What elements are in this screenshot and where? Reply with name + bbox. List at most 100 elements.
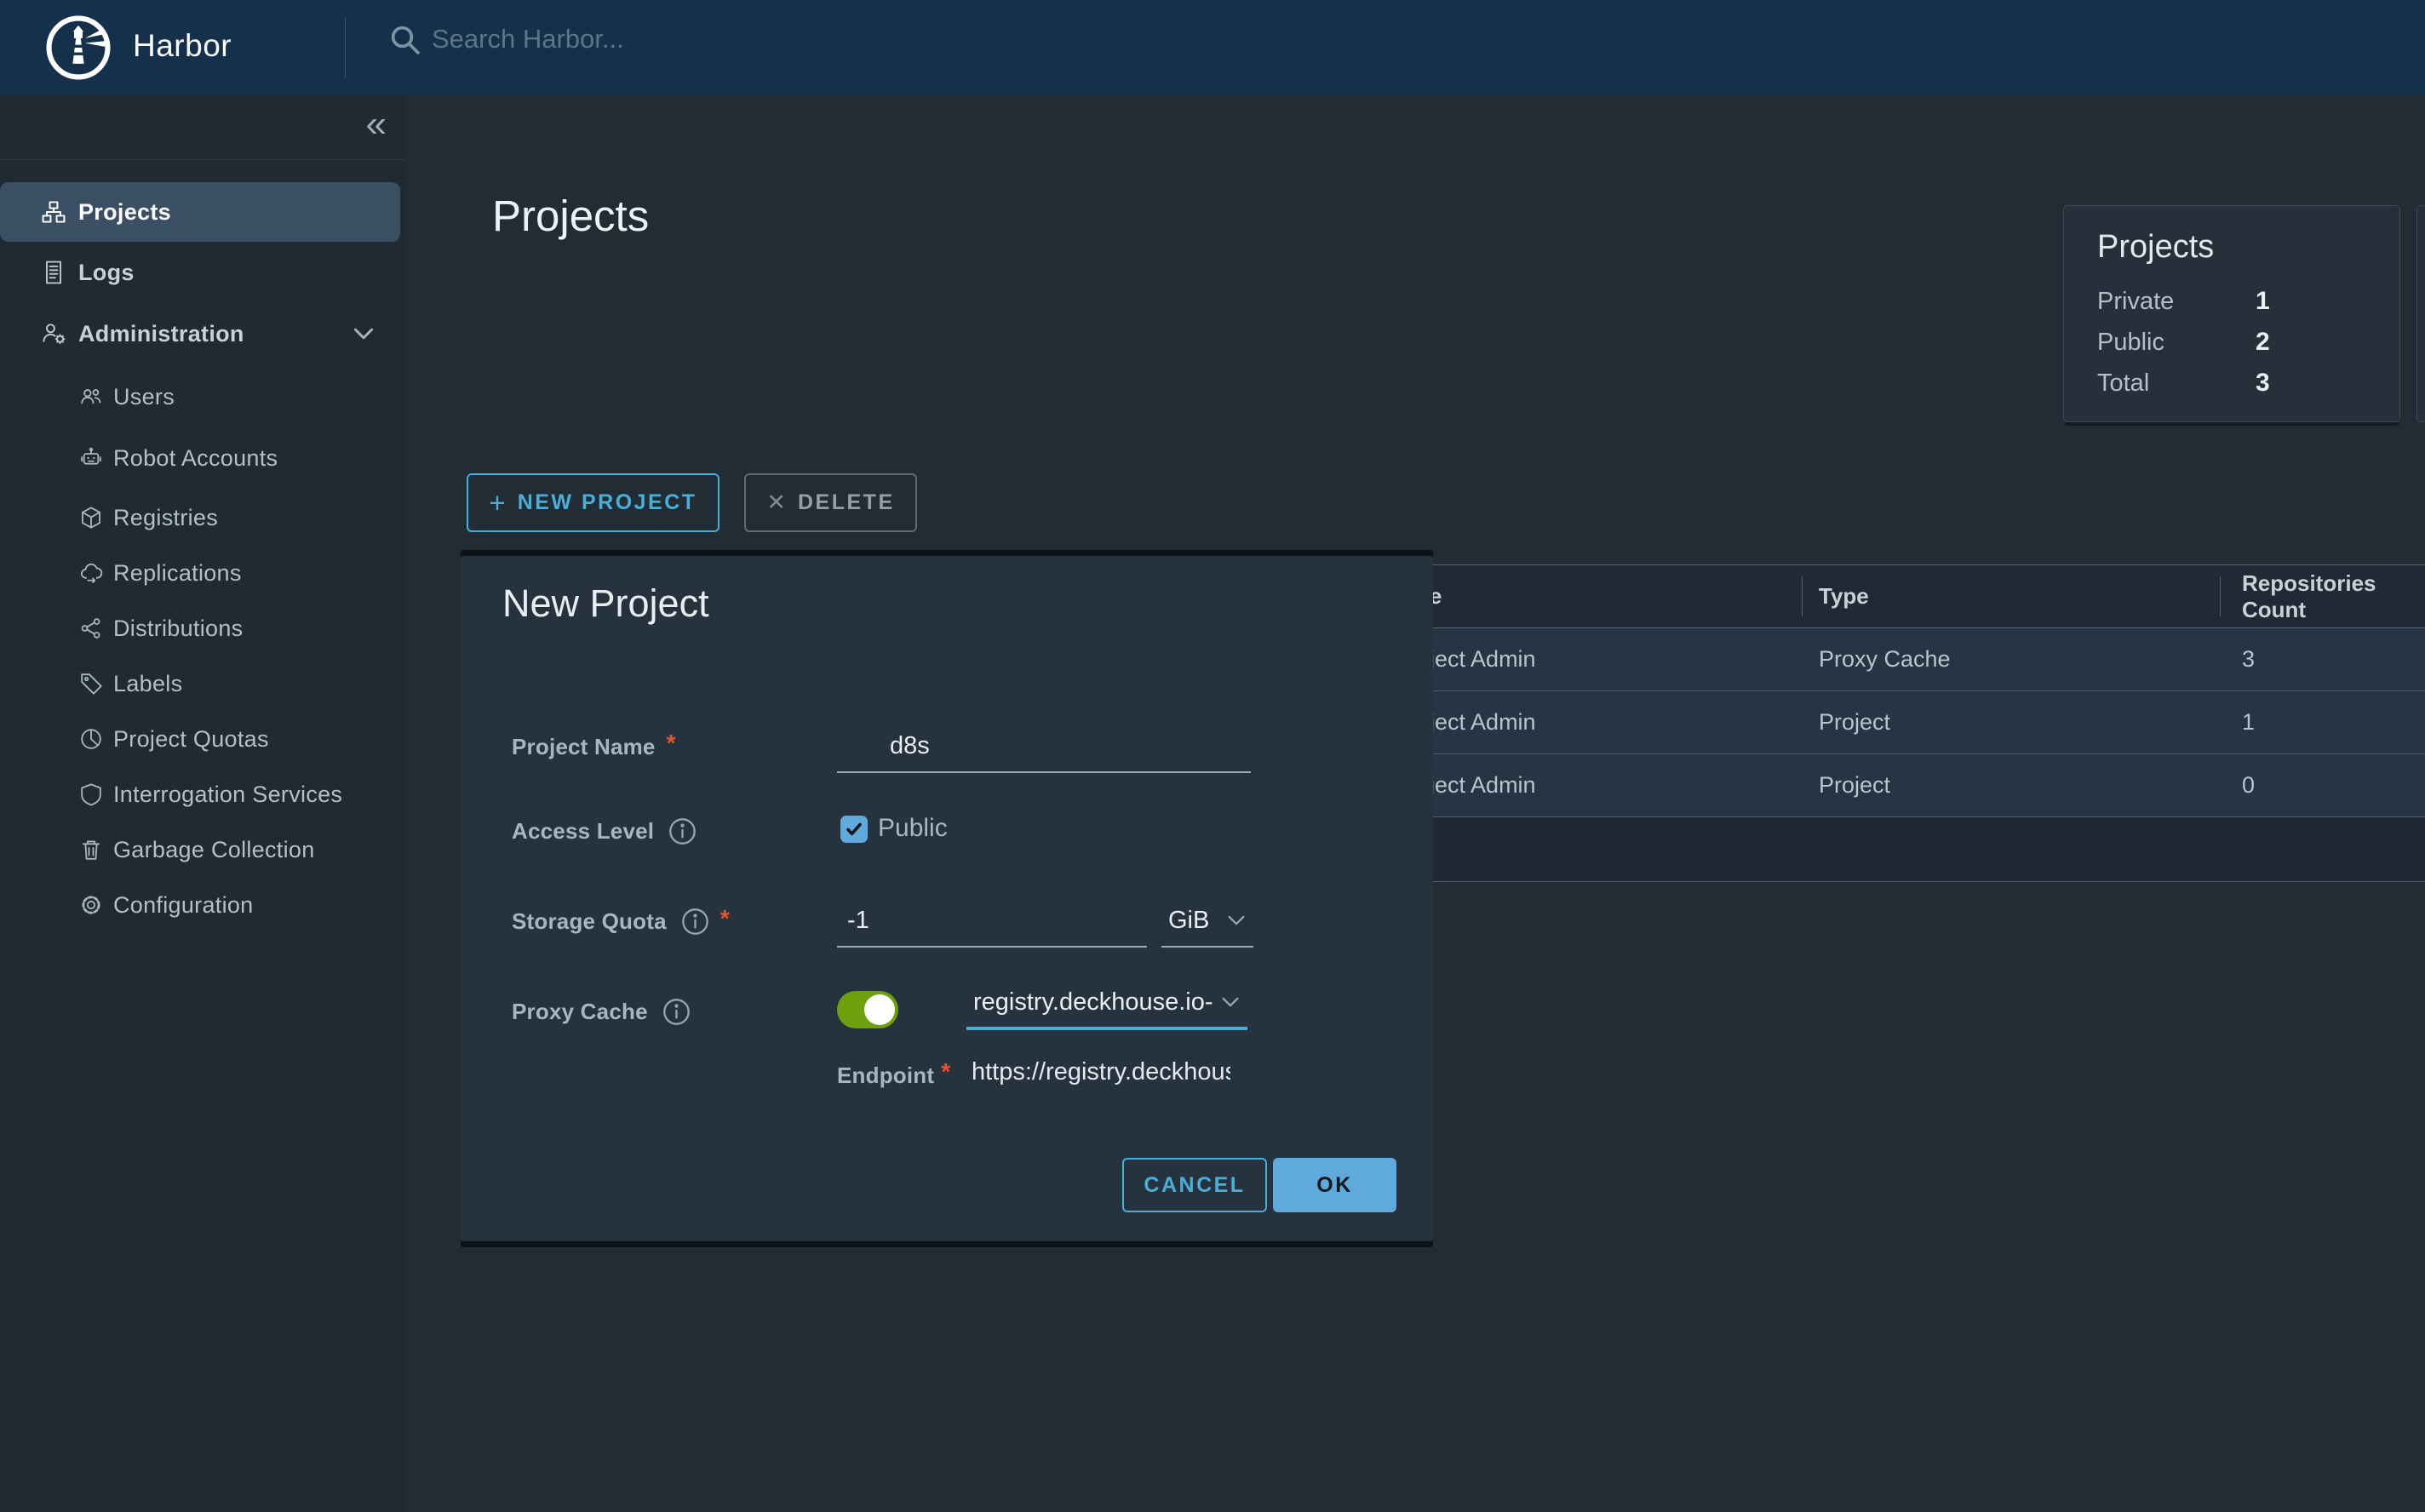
admin-user-gear-icon xyxy=(40,320,67,347)
sidebar-item-robot-accounts[interactable]: Robot Accounts xyxy=(0,431,405,485)
cancel-label: CANCEL xyxy=(1144,1173,1245,1198)
sidebar-item-projects[interactable]: Projects xyxy=(0,182,400,242)
sidebar-item-label: Configuration xyxy=(113,892,254,919)
tag-icon xyxy=(78,671,104,696)
summary-card-title: Projects xyxy=(2097,229,2214,266)
page-title: Projects xyxy=(492,191,649,241)
robot-icon xyxy=(78,445,104,471)
delete-button[interactable]: ✕ DELETE xyxy=(744,473,917,532)
cell-repositories-count: 1 xyxy=(2220,691,2425,753)
required-marker: * xyxy=(720,905,730,932)
sidebar-item-project-quotas[interactable]: Project Quotas xyxy=(0,712,405,766)
sidebar-item-label: Logs xyxy=(78,260,135,286)
info-icon[interactable] xyxy=(681,908,709,936)
storage-unit-value: GiB xyxy=(1168,907,1209,935)
table-row[interactable]: Project Admin Proxy Cache 3 xyxy=(1377,628,2425,691)
storage-quota-label-row: Storage Quota * xyxy=(512,908,730,936)
x-icon: ✕ xyxy=(766,491,786,514)
cell-repositories-count: 0 xyxy=(2220,754,2425,816)
sidebar-item-distributions[interactable]: Distributions xyxy=(0,601,405,656)
project-name-label: Project Name xyxy=(512,734,656,760)
harbor-logo-icon[interactable] xyxy=(44,14,112,82)
sidebar-item-interrogation-services[interactable]: Interrogation Services xyxy=(0,767,405,822)
sidebar-item-label: Distributions xyxy=(113,616,243,642)
storage-unit-select[interactable]: GiB xyxy=(1161,895,1253,948)
required-marker: * xyxy=(667,730,676,757)
cell-repositories-count: 3 xyxy=(2220,628,2425,690)
column-header-role: Role xyxy=(1377,565,1802,627)
checkmark-icon xyxy=(844,819,864,839)
sidebar-item-label: Administration xyxy=(78,321,244,347)
endpoint-label: Endpoint xyxy=(837,1062,934,1089)
public-checkbox[interactable] xyxy=(840,816,868,843)
shield-icon xyxy=(78,782,104,807)
proxy-cache-label-row: Proxy Cache xyxy=(512,998,691,1026)
sidebar-item-label: Garbage Collection xyxy=(113,837,315,863)
sidebar-item-labels[interactable]: Labels xyxy=(0,656,405,711)
project-name-input[interactable] xyxy=(837,720,1251,773)
endpoint-value: https://registry.deckhous xyxy=(972,1058,1230,1092)
cell-type: Project xyxy=(1802,754,2220,816)
org-chart-icon xyxy=(40,198,67,226)
header-divider xyxy=(345,17,346,77)
trash-icon xyxy=(78,837,104,862)
sidebar-item-label: Users xyxy=(113,384,175,410)
sidebar-item-label: Project Quotas xyxy=(113,726,269,753)
sidebar-item-label: Labels xyxy=(113,671,182,697)
chevron-down-icon xyxy=(353,327,375,341)
summary-label: Total xyxy=(2097,369,2256,398)
sidebar-item-replications[interactable]: Replications xyxy=(0,546,405,600)
cell-type: Proxy Cache xyxy=(1802,628,2220,690)
sidebar-item-logs[interactable]: Logs xyxy=(0,243,405,302)
sidebar-item-administration[interactable]: Administration xyxy=(0,304,405,364)
sidebar-item-label: Robot Accounts xyxy=(113,445,278,472)
proxy-cache-toggle[interactable] xyxy=(837,991,898,1028)
cube-icon xyxy=(78,505,104,530)
search-input[interactable] xyxy=(430,23,958,55)
projects-table: Role Type Repositories Count Project Adm… xyxy=(1377,564,2425,882)
summary-row-private: Private 1 xyxy=(2097,281,2370,322)
info-icon[interactable] xyxy=(662,998,691,1026)
storage-quota-input[interactable] xyxy=(837,895,1147,948)
proxy-registry-select[interactable]: registry.deckhouse.io- xyxy=(966,977,1247,1030)
table-row[interactable]: Project Admin Project 0 xyxy=(1377,754,2425,817)
cell-type: Project xyxy=(1802,691,2220,753)
ok-button[interactable]: OK xyxy=(1273,1158,1396,1212)
sidebar-item-users[interactable]: Users xyxy=(0,369,405,424)
sidebar-item-label: Projects xyxy=(78,199,171,226)
new-project-modal: New Project Project Name * Access Level … xyxy=(461,556,1433,1241)
sidebar-item-garbage-collection[interactable]: Garbage Collection xyxy=(0,822,405,877)
toggle-knob xyxy=(864,994,895,1025)
cell-role: Project Admin xyxy=(1377,628,1802,690)
required-marker: * xyxy=(941,1058,950,1085)
table-header-row: Role Type Repositories Count xyxy=(1377,565,2425,628)
cancel-button[interactable]: CANCEL xyxy=(1122,1158,1267,1212)
harbor-app: Harbor « Projects Logs xyxy=(0,0,2425,1512)
logs-icon xyxy=(40,259,67,286)
plus-icon: + xyxy=(489,489,505,517)
partial-card-edge xyxy=(2416,205,2425,422)
summary-label: Public xyxy=(2097,329,2256,357)
share-icon xyxy=(78,616,104,641)
sidebar-top-bar: « xyxy=(0,94,405,160)
table-row[interactable]: Project Admin Project 1 xyxy=(1377,691,2425,754)
column-header-repositories-count: Repositories Count xyxy=(2220,565,2425,627)
sidebar-item-label: Registries xyxy=(113,505,218,531)
gear-icon xyxy=(78,892,104,918)
chevron-down-icon xyxy=(1226,914,1247,926)
sidebar-collapse-button[interactable]: « xyxy=(366,96,387,152)
sidebar-item-configuration[interactable]: Configuration xyxy=(0,878,405,932)
summary-value: 3 xyxy=(2256,369,2270,398)
sidebar-item-label: Replications xyxy=(113,560,242,587)
modal-title: New Project xyxy=(502,581,709,626)
storage-quota-label: Storage Quota xyxy=(512,908,667,935)
cell-role: Project Admin xyxy=(1377,691,1802,753)
info-icon[interactable] xyxy=(668,817,697,845)
projects-summary-card: Projects Private 1 Public 2 Total 3 xyxy=(2063,205,2400,422)
sidebar-item-registries[interactable]: Registries xyxy=(0,490,405,545)
table-footer xyxy=(1377,817,2425,882)
cell-role: Project Admin xyxy=(1377,754,1802,816)
sidebar: « Projects Logs Administration xyxy=(0,94,405,1512)
new-project-button[interactable]: + NEW PROJECT xyxy=(467,473,719,532)
summary-row-total: Total 3 xyxy=(2097,363,2370,404)
